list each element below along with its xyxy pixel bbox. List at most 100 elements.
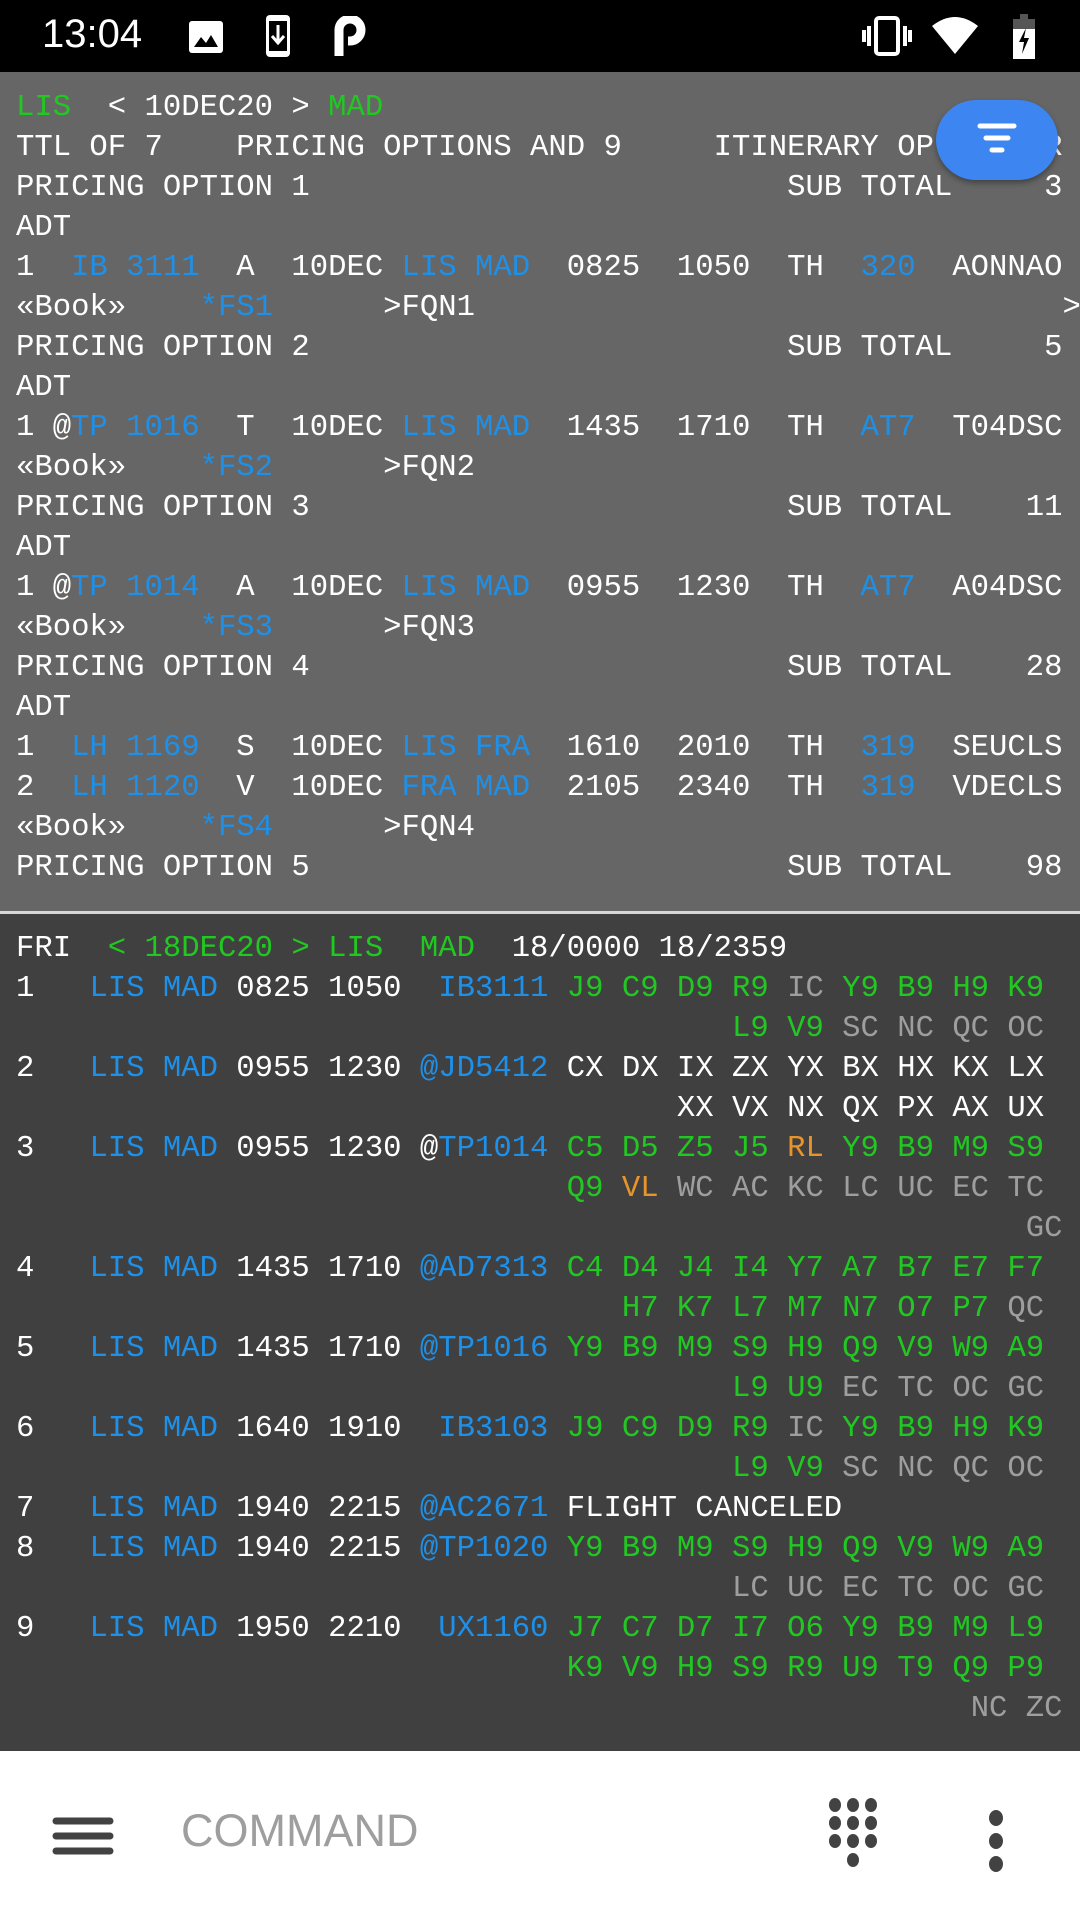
text-segment: 2: [16, 771, 72, 805]
text-segment: «Book»: [16, 451, 200, 485]
bottom-line: 1 LIS MAD 0825 1050 IB3111 J9 C9 D9 R9 I…: [16, 969, 1062, 1009]
top-line: PRICING OPTION 3 SUB TOTAL 11: [16, 488, 1080, 528]
clock: 13:04: [42, 12, 143, 56]
text-segment: *FS3: [199, 611, 274, 645]
text-segment: >FQN4: [273, 811, 475, 845]
top-line: PRICING OPTION 4 SUB TOTAL 28: [16, 648, 1080, 688]
text-segment: 1: [16, 731, 72, 765]
text-segment: [16, 1572, 732, 1606]
text-segment: 1435 1710: [217, 1332, 420, 1366]
top-line: «Book» *FS2 >FQN2: [16, 448, 1080, 488]
text-segment: 0825 1050 TH: [530, 251, 861, 285]
text-segment: LIS MAD: [89, 1332, 218, 1366]
bottom-line: 2 LIS MAD 0955 1230 @JD5412 CX DX IX ZX …: [16, 1049, 1062, 1089]
text-segment: *FS2: [199, 451, 274, 485]
top-line: 1 @TP 1014 A 10DEC LIS MAD 0955 1230 TH …: [16, 568, 1080, 608]
bottom-line: H7 K7 L7 M7 N7 O7 P7 QC: [16, 1289, 1062, 1329]
bottom-line: 5 LIS MAD 1435 1710 @TP1016 Y9 B9 M9 S9 …: [16, 1329, 1062, 1369]
text-segment: ADT: [16, 371, 72, 405]
text-segment: PRICING OPTION 1 SUB TOTAL 3: [16, 171, 1063, 205]
text-segment: AT7: [860, 411, 916, 445]
text-segment: PRICING OPTION 2 SUB TOTAL 5: [16, 331, 1063, 365]
text-segment: «Book»: [16, 611, 200, 645]
image-icon: [189, 21, 223, 53]
text-segment: TP 1014: [71, 571, 200, 605]
top-line: PRICING OPTION 2 SUB TOTAL 5: [16, 328, 1080, 368]
command-bar: COMMAND: [0, 1751, 1080, 1920]
top-line: ADT: [16, 528, 1080, 568]
text-segment: H7 K7 L7 M7 N7 O7 P7: [621, 1292, 1008, 1326]
text-segment: IC: [787, 1412, 824, 1446]
p-app-icon: [334, 16, 366, 56]
text-segment: AT7: [860, 571, 916, 605]
text-segment: UX1160: [438, 1612, 549, 1646]
text-segment: @AD7313: [419, 1252, 549, 1286]
text-segment: SC NC QC OC: [842, 1012, 1045, 1046]
text-segment: 6: [16, 1412, 90, 1446]
text-segment: VDECLS: [915, 771, 1063, 805]
more-options-icon[interactable]: [982, 1808, 1010, 1874]
top-line: 2 LH 1120 V 10DEC FRA MAD 2105 2340 TH 3…: [16, 768, 1080, 808]
bottom-line: L9 U9 EC TC OC GC: [16, 1369, 1062, 1409]
text-segment: 0825 1050: [217, 972, 439, 1006]
text-segment: 18/0000 18/2359: [474, 932, 788, 966]
text-segment: IB3103: [438, 1412, 549, 1446]
text-segment: T04DSC: [915, 411, 1063, 445]
top-line: ADT: [16, 208, 1080, 248]
text-segment: LIS MAD: [89, 1612, 218, 1646]
text-segment: J9 C9 D9 R9: [548, 1412, 788, 1446]
command-input[interactable]: COMMAND: [181, 1805, 418, 1857]
text-segment: IB 3111: [71, 251, 200, 285]
menu-icon[interactable]: [52, 1813, 114, 1859]
text-segment: LIS MAD: [89, 1132, 218, 1166]
pricing-options-panel[interactable]: LIS < 10DEC20 > MAD TTL OF 7 PRICING OPTI…: [0, 72, 1080, 911]
text-segment: 1 @: [16, 571, 72, 605]
text-segment: Q9: [566, 1172, 622, 1206]
bottom-line: NC ZC: [16, 1689, 1063, 1729]
text-segment: S 10DEC: [199, 731, 402, 765]
text-segment: 1 @: [16, 411, 72, 445]
status-bar: 13:04: [0, 0, 1080, 72]
text-segment: IC: [787, 972, 824, 1006]
bottom-line: L9 V9 SC NC QC OC: [16, 1449, 1062, 1489]
text-segment: V 10DEC: [199, 771, 402, 805]
text-segment: 2: [16, 1052, 90, 1086]
text-segment: K9 V9 H9 S9 R9 U9 T9 Q9 P9: [566, 1652, 1045, 1686]
text-segment: LIS MAD: [89, 1052, 218, 1086]
text-segment: 319: [860, 771, 916, 805]
text-segment: ADT: [16, 691, 72, 725]
text-segment: 4: [16, 1252, 90, 1286]
text-segment: TP1014: [438, 1132, 549, 1166]
text-segment: 9: [16, 1612, 90, 1646]
text-segment: «Book»: [16, 811, 200, 845]
text-segment: T 10DEC: [199, 411, 402, 445]
text-segment: 2105 2340 TH: [530, 771, 861, 805]
dialpad-icon[interactable]: [825, 1796, 881, 1872]
text-segment: FRI: [16, 932, 108, 966]
text-segment: ADT: [16, 531, 72, 565]
text-segment: J9 C9 D9 R9: [548, 972, 788, 1006]
text-segment: LIS MAD: [89, 1412, 218, 1446]
availability-panel[interactable]: FRI < 18DEC20 > LIS MAD 18/0000 18/2359 1…: [0, 914, 1080, 1751]
text-segment: A 10DEC: [199, 571, 402, 605]
bottom-line: 3 LIS MAD 0955 1230 @TP1014 C5 D5 Z5 J5 …: [16, 1129, 1062, 1169]
text-segment: WC AC KC LC UC EC TC: [676, 1172, 1045, 1206]
filter-button[interactable]: [936, 100, 1058, 180]
text-segment: @AC2671: [419, 1492, 549, 1526]
text-segment: TP 1016: [71, 411, 200, 445]
text-segment: 1940 2215: [217, 1492, 420, 1526]
top-line: LIS < 10DEC20 > MAD: [16, 88, 1080, 128]
top-line: TTL OF 7 PRICING OPTIONS AND 9 ITINERARY…: [16, 128, 1080, 168]
text-segment: Y9 B9 M9 S9: [823, 1132, 1045, 1166]
text-segment: 0955 1230: [217, 1052, 420, 1086]
text-segment: PRICING OPTION 3 SUB TOTAL 11: [16, 491, 1063, 525]
top-line: ADT: [16, 688, 1080, 728]
text-segment: 8: [16, 1532, 90, 1566]
bottom-line: GC: [16, 1209, 1063, 1249]
text-segment: 1940 2215: [217, 1532, 420, 1566]
text-segment: 3: [16, 1132, 90, 1166]
text-segment: [16, 1212, 1026, 1246]
top-line: «Book» *FS4 >FQN4: [16, 808, 1080, 848]
text-segment: NC ZC: [970, 1692, 1063, 1726]
text-segment: ADT: [16, 211, 72, 245]
